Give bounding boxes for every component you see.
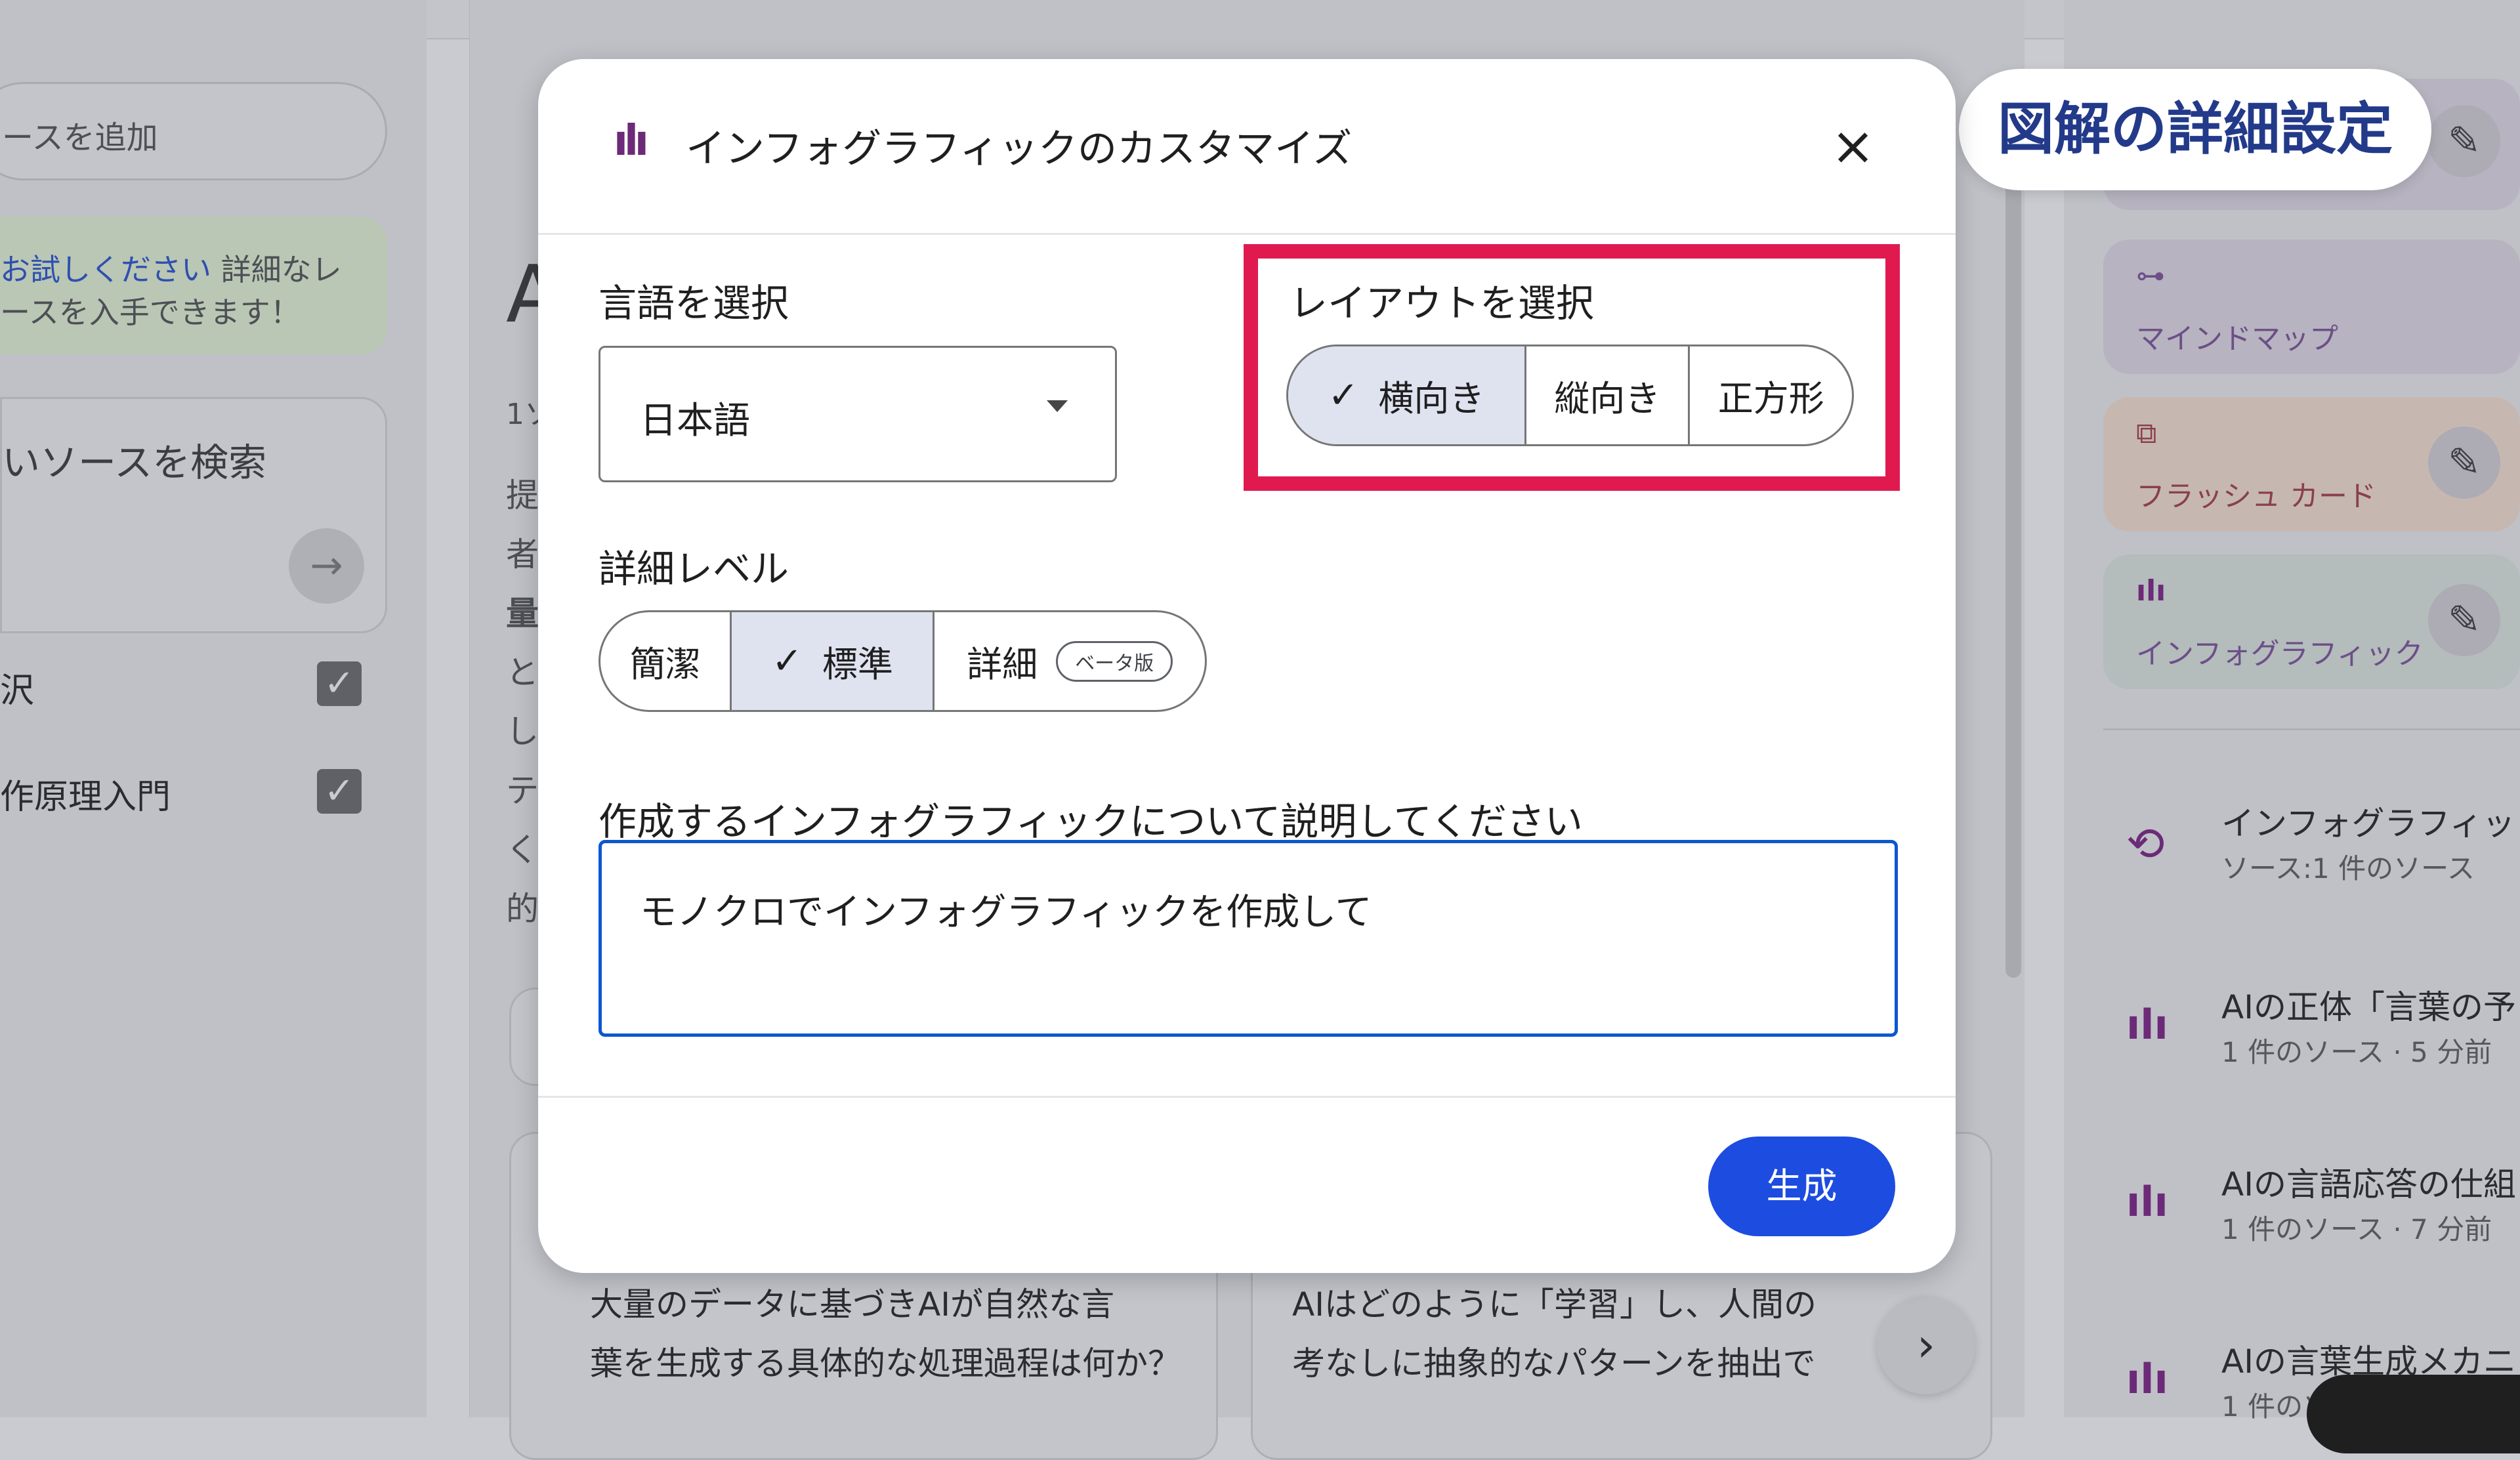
mindmap-icon: ⊶ — [2136, 259, 2165, 293]
close-icon[interactable]: × — [1831, 120, 1875, 173]
studio-panel: ✎ ⊶ マインドマップ ⧉ フラッシュ カード ✎ ılı インフォグラフィック… — [2064, 0, 2520, 1453]
studio-card-label: マインドマップ — [2136, 322, 2338, 356]
divider — [538, 1096, 1956, 1098]
search-submit-button[interactable]: → — [289, 528, 364, 604]
tip-text-line2: ースを入手できます！ — [0, 295, 301, 330]
suggested-question-line: 大量のデータに基づきAIが自然な言 — [590, 1285, 1114, 1324]
arrow-right-icon: → — [310, 543, 343, 589]
list-item-title: AIの言語応答の仕組 — [2221, 1165, 2516, 1203]
list-item[interactable]: ⟲ インフォグラフィッ ソース:1 件のソース — [2064, 791, 2520, 922]
summary-text-fragment: 者 — [506, 535, 539, 574]
list-item-title: AIの正体「言葉の予 — [2221, 988, 2516, 1026]
list-item-subtitle: 1 件のソース · 7 分前 — [2221, 1213, 2492, 1245]
infographic-icon: ılı — [2136, 574, 2166, 608]
prompt-label: 作成するインフォグラフィックについて説明してください — [598, 799, 1583, 844]
summary-text-fragment: し — [506, 713, 539, 751]
sync-icon: ⟲ — [2126, 817, 2165, 871]
suggested-question-line: AIはどのように「学習」し、人間の — [1292, 1285, 1816, 1324]
sources-panel: ースを追加 お試しください 詳細なレ ースを入手できます！ いソースを検索 → … — [0, 0, 427, 1417]
divider — [2103, 728, 2520, 730]
add-source-label: ースを追加 — [2, 119, 158, 156]
studio-card-infographic[interactable]: ılı インフォグラフィック ✎ — [2103, 554, 2520, 689]
list-item[interactable]: ılı AIの正体「言葉の予 1 件のソース · 5 分前 — [2064, 974, 2520, 1106]
infographic-icon: ılı — [2126, 1001, 2168, 1049]
chevron-right-icon: › — [1917, 1318, 1935, 1372]
list-item-title: インフォグラフィッ — [2221, 804, 2515, 843]
summary-text-fragment: と — [506, 654, 539, 692]
infographic-icon: ılı — [614, 117, 649, 165]
tip-text: 詳細なレ — [211, 252, 342, 287]
language-value: 日本語 — [640, 400, 750, 442]
detail-option-label: 簡潔 — [629, 644, 701, 685]
flashcard-icon: ⧉ — [2136, 417, 2157, 450]
generate-button[interactable]: 生成 — [1708, 1137, 1895, 1236]
source-item-label: 作原理入門 — [0, 778, 171, 817]
detail-option-concise[interactable]: 簡潔 — [600, 612, 732, 710]
list-item[interactable]: ılı AIの言語応答の仕組 1 件のソース · 7 分前 — [2064, 1152, 2520, 1283]
layout-highlight-box — [1244, 244, 1900, 491]
summary-text-fragment: 提 — [506, 476, 539, 514]
add-source-button[interactable]: ースを追加 — [0, 82, 387, 180]
tip-link[interactable]: お試しください — [0, 252, 211, 287]
source-search-title: いソースを検索 — [2, 440, 267, 485]
list-item-subtitle: ソース:1 件のソース — [2221, 852, 2475, 885]
studio-card-flashcard[interactable]: ⧉ フラッシュ カード ✎ — [2103, 397, 2520, 532]
source-checkbox[interactable]: ✓ — [317, 661, 362, 706]
studio-card-label: フラッシュ カード — [2136, 480, 2376, 513]
check-icon: ✓ — [771, 640, 803, 682]
language-label: 言語を選択 — [598, 281, 789, 325]
detail-option-standard[interactable]: ✓ 標準 — [732, 612, 935, 710]
detail-level-label: 詳細レベル — [598, 547, 789, 591]
summary-text-fragment: テ — [506, 772, 539, 810]
edit-icon[interactable]: ✎ — [2428, 427, 2500, 499]
beta-badge: ベータ版 — [1056, 640, 1173, 682]
scrollbar[interactable] — [2006, 79, 2021, 978]
infographic-icon: ılı — [2126, 1178, 2168, 1226]
summary-text-fragment: 的 — [506, 890, 539, 928]
language-select[interactable]: 日本語 — [598, 346, 1117, 482]
detail-level-toggle-group: 簡潔 ✓ 標準 詳細 ベータ版 — [598, 610, 1207, 712]
edit-icon[interactable]: ✎ — [2428, 584, 2500, 656]
studio-card-mindmap[interactable]: ⊶ マインドマップ — [2103, 240, 2520, 374]
studio-card-label: インフォグラフィック — [2136, 637, 2424, 671]
divider — [538, 233, 1956, 235]
suggested-question-line: 考なしに抽象的なパターンを抽出で — [1292, 1345, 1816, 1383]
dialog-title: インフォグラフィックのカスタマイズ — [686, 126, 1353, 172]
callout-label: 図解の詳細設定 — [1959, 69, 2431, 190]
source-checkbox[interactable]: ✓ — [317, 769, 362, 814]
detail-option-detailed[interactable]: 詳細 ベータ版 — [934, 612, 1205, 710]
list-item-subtitle: 1 件のソース · 5 分前 — [2221, 1036, 2492, 1068]
detail-option-label: 標準 — [822, 644, 893, 685]
tip-banner: お試しください 詳細なレ ースを入手できます！ — [0, 217, 387, 354]
note-fab-partial[interactable] — [2307, 1375, 2520, 1453]
edit-icon[interactable]: ✎ — [2428, 105, 2500, 177]
infographic-icon: ılı — [2126, 1355, 2168, 1403]
customize-infographic-dialog: ılı インフォグラフィックのカスタマイズ × 言語を選択 日本語 レイアウトを… — [538, 59, 1956, 1273]
detail-option-label: 詳細 — [967, 644, 1038, 685]
suggested-question-line: 葉を生成する具体的な処理過程は何か？ — [590, 1345, 1181, 1383]
source-item-label: 沢 — [0, 671, 35, 711]
summary-text-fragment: く — [506, 831, 539, 869]
next-suggestion-button[interactable]: › — [1877, 1296, 1975, 1394]
summary-text-fragment: 量 — [506, 594, 539, 633]
chevron-down-icon — [1047, 400, 1068, 412]
prompt-textarea[interactable]: モノクロでインフォグラフィックを作成して — [598, 840, 1898, 1037]
